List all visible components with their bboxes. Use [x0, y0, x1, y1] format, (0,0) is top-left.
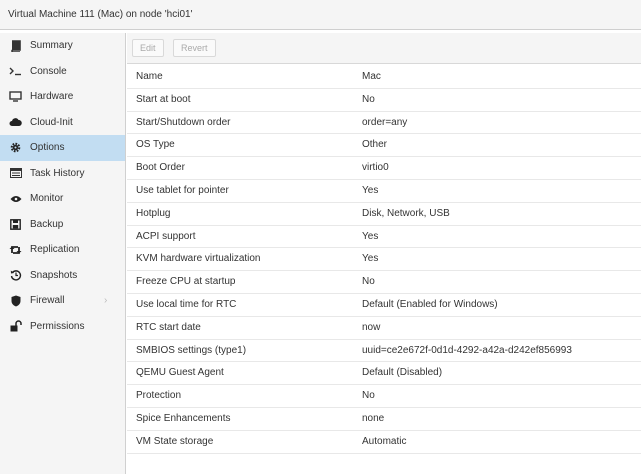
- option-name: KVM hardware virtualization: [136, 253, 261, 265]
- list-icon: [9, 167, 22, 180]
- table-row[interactable]: OS Type Other: [127, 134, 641, 158]
- option-name: Use tablet for pointer: [136, 184, 229, 196]
- chevron-right-icon[interactable]: ›: [104, 295, 107, 306]
- sidebar-item-permissions[interactable]: Permissions: [0, 314, 125, 340]
- option-value: Default (Enabled for Windows): [362, 298, 498, 310]
- table-row[interactable]: Freeze CPU at startup No: [127, 271, 641, 294]
- floppy-icon: [9, 218, 22, 231]
- sidebar-item-label: Cloud-Init: [30, 116, 73, 128]
- option-name: VM State storage: [136, 435, 214, 447]
- option-name: Use local time for RTC: [136, 298, 237, 310]
- sidebar-item-label: Replication: [30, 244, 80, 256]
- sidebar-item-backup[interactable]: Backup: [0, 212, 125, 238]
- history-icon: [9, 269, 22, 282]
- option-name: ACPI support: [136, 230, 196, 242]
- toolbar: Edit Revert: [127, 33, 641, 64]
- sidebar-item-monitor[interactable]: Monitor: [0, 186, 125, 212]
- sidebar-item-label: Hardware: [30, 91, 74, 103]
- gear-icon: [9, 141, 22, 154]
- options-grid: Name Mac Start at boot No Start/Shutdown o…: [127, 66, 641, 454]
- table-row[interactable]: Name Mac: [127, 66, 641, 89]
- sidebar-item-snapshots[interactable]: Snapshots: [0, 263, 125, 289]
- option-name: Freeze CPU at startup: [136, 276, 236, 288]
- sidebar-item-replication[interactable]: Replication: [0, 237, 125, 263]
- sidebar-item-label: Console: [30, 65, 67, 77]
- option-name: Start/Shutdown order: [136, 116, 231, 128]
- option-value: No: [362, 93, 375, 105]
- option-name: SMBIOS settings (type1): [136, 344, 247, 356]
- option-name: Protection: [136, 390, 182, 402]
- table-row[interactable]: Use tablet for pointer Yes: [127, 180, 641, 203]
- sidebar-item-label: Task History: [30, 167, 85, 179]
- option-value: none: [362, 412, 385, 424]
- option-value: Mac: [362, 71, 381, 82]
- sidebar-item-label: Options: [30, 142, 65, 154]
- monitor-icon: [9, 90, 22, 103]
- sidebar-item-label: Firewall: [30, 295, 65, 307]
- table-row[interactable]: QEMU Guest Agent Default (Disabled): [127, 362, 641, 386]
- option-value: Other: [362, 139, 388, 151]
- sidebar-item-label: Backup: [30, 218, 64, 230]
- sidebar-item-hardware[interactable]: Hardware: [0, 84, 125, 110]
- table-row[interactable]: Start at boot No: [127, 89, 641, 112]
- option-name: QEMU Guest Agent: [136, 367, 224, 379]
- window-titlebar: Virtual Machine 111 (Mac) on node 'hci01…: [0, 0, 641, 30]
- option-name: RTC start date: [136, 321, 201, 333]
- table-row[interactable]: RTC start date now: [127, 317, 641, 340]
- option-value: No: [362, 276, 375, 288]
- shield-icon: [9, 294, 22, 307]
- sidebar-item-label: Snapshots: [30, 269, 78, 281]
- window-title: Virtual Machine 111 (Mac) on node 'hci01…: [8, 9, 193, 20]
- table-row[interactable]: Use local time for RTC Default (Enabled f…: [127, 294, 641, 317]
- sidebar-item-options[interactable]: Options: [0, 135, 125, 161]
- table-row[interactable]: Protection No: [127, 385, 641, 408]
- options-panel: Edit Revert Name Mac Start at boot No Star…: [127, 33, 641, 474]
- sidebar-item-label: Monitor: [30, 193, 64, 205]
- option-value: Yes: [362, 184, 379, 196]
- option-name: Boot Order: [136, 162, 185, 174]
- option-value: virtio0: [362, 162, 389, 174]
- sidebar-item-console[interactable]: Console: [0, 59, 125, 85]
- option-value: Yes: [362, 230, 379, 242]
- option-name: Name: [136, 71, 163, 82]
- sidebar-item-task-history[interactable]: Task History: [0, 161, 125, 187]
- edit-button[interactable]: Edit: [132, 39, 164, 57]
- table-row[interactable]: Boot Order virtio0: [127, 157, 641, 180]
- table-row[interactable]: Start/Shutdown order order=any: [127, 112, 641, 135]
- option-value: No: [362, 390, 375, 402]
- option-name: Hotplug: [136, 207, 171, 219]
- sidebar-item-summary[interactable]: Summary: [0, 33, 125, 59]
- cloud-icon: [9, 116, 22, 129]
- table-row[interactable]: ACPI support Yes: [127, 226, 641, 249]
- table-row[interactable]: KVM hardware virtualization Yes: [127, 248, 641, 272]
- sidebar-item-label: Permissions: [30, 320, 85, 332]
- sidebar: Summary Console Hardware Cloud-Init Opti…: [0, 33, 126, 474]
- option-value: Yes: [362, 253, 379, 265]
- sidebar-item-cloud-init[interactable]: Cloud-Init: [0, 110, 125, 136]
- table-row[interactable]: SMBIOS settings (type1) uuid=ce2e672f-0d1…: [127, 340, 641, 363]
- unlock-icon: [9, 320, 22, 333]
- option-value: now: [362, 321, 381, 333]
- option-value: Automatic: [362, 435, 407, 447]
- eye-icon: [9, 192, 22, 205]
- table-row[interactable]: Hotplug Disk, Network, USB: [127, 203, 641, 226]
- terminal-icon: [9, 65, 22, 78]
- option-name: Spice Enhancements: [136, 412, 231, 424]
- option-value: order=any: [362, 116, 408, 128]
- revert-button[interactable]: Revert: [173, 39, 216, 57]
- option-value: Default (Disabled): [362, 367, 443, 379]
- option-value: Disk, Network, USB: [362, 207, 450, 219]
- sidebar-item-label: Summary: [30, 40, 73, 52]
- option-value: uuid=ce2e672f-0d1d-4292-a42a-d242ef85699…: [362, 344, 572, 356]
- table-row[interactable]: VM State storage Automatic: [127, 431, 641, 454]
- option-name: Start at boot: [136, 93, 191, 105]
- table-row[interactable]: Spice Enhancements none: [127, 408, 641, 431]
- retweet-icon: [9, 243, 22, 256]
- option-name: OS Type: [136, 139, 175, 151]
- sidebar-item-firewall[interactable]: Firewall ›: [0, 288, 125, 314]
- book-icon: [9, 39, 22, 52]
